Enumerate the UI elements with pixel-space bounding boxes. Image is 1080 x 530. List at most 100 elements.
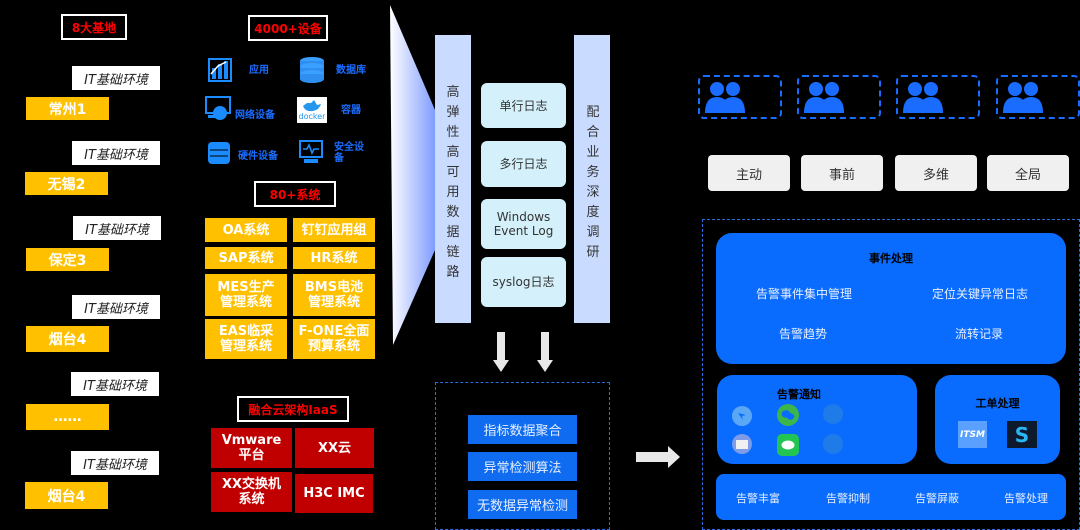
iaas-header-label: 融合云架构IaaS [248,402,338,417]
event-feature: 定位关键异常日志 [932,287,1029,301]
it-env-label: IT基础环境 [84,301,148,317]
log-type-box: 多行日志 [481,141,566,187]
it-env-tag: IT基础环境 [72,295,160,319]
docker-text: docker [298,112,326,121]
alert-notify-panel: 告警通知 [717,375,917,464]
device-item: 应用 [207,57,269,83]
iaas-header: 融合云架构IaaS [237,396,349,422]
device-item: 硬件设备 [206,140,278,166]
it-env-tag: IT基础环境 [71,451,159,475]
bases-header-label: 8大基地 [71,20,117,35]
algorithm-box: 指标数据聚合 [468,415,577,444]
pipeline-left-label: 高弹性高可用数据链路 [446,85,460,280]
log-type-label: Windows Event Log [493,210,554,238]
team-box [996,75,1080,119]
s-logo-text: S [1014,422,1030,447]
dingtalk-icon [732,406,752,426]
algorithm-label: 异常检测算法 [483,461,562,476]
device-label: 数据库 [336,64,366,76]
systems-header-label: 80+系统 [269,187,321,202]
system-label: F-ONE全面 预算系统 [298,324,370,354]
iaas-box: Vmware 平台 [211,428,292,468]
devices-header: 4000+设备 [248,15,328,41]
it-env-tag: IT基础环境 [72,66,160,90]
it-env-tag: IT基础环境 [71,372,159,396]
docker-icon: docker [297,97,327,123]
event-handling-title: 事件处理 [869,252,913,265]
system-box: F-ONE全面 预算系统 [293,319,375,359]
event-feature: 流转记录 [955,327,1004,341]
site-box: 无锡2 [25,172,108,195]
it-env-label: IT基础环境 [85,222,149,238]
users-icon [705,82,745,113]
down-arrow-icon [493,332,509,372]
alert-action: 告警处理 [1004,492,1048,505]
users-icon [804,82,844,113]
system-label: SAP系统 [218,250,274,266]
down-arrow-icon [537,332,553,372]
it-env-label: IT基础环境 [84,147,148,163]
device-label: 容器 [341,104,361,116]
chart-app-icon [207,57,233,83]
alert-action: 告警屏蔽 [915,492,959,505]
system-label: OA系统 [222,222,270,238]
site-box: 常州1 [26,97,109,120]
device-label: 安全设备 [334,142,364,164]
systems-header: 80+系统 [254,181,336,207]
log-type-label: syslog日志 [492,275,555,289]
principle-tag: 事前 [801,155,883,191]
site-label: 常州1 [48,101,87,118]
log-type-label: 多行日志 [499,157,548,171]
principle-label: 全局 [1014,167,1041,183]
ticket-panel: 工单处理 ITSM S [935,375,1060,464]
users-icon [1003,82,1043,113]
algorithm-label: 无数据异常检测 [476,499,568,514]
bases-header: 8大基地 [61,14,127,40]
iaas-label: H3C IMC [303,486,365,501]
security-device-icon [298,140,324,166]
channel-icon [823,404,843,424]
alert-action: 告警抑制 [826,492,870,505]
principle-tag: 主动 [708,155,790,191]
device-item: 网络设备 [205,96,275,122]
it-env-tag: IT基础环境 [73,216,161,240]
it-env-label: IT基础环境 [83,378,147,394]
system-box: 钉钉应用组 [293,218,375,242]
team-box [797,75,881,119]
team-box [698,75,782,119]
algorithm-box: 异常检测算法 [468,452,577,481]
site-box: 烟台4 [26,326,109,352]
log-type-label: 单行日志 [499,98,548,113]
log-type-box: syslog日志 [481,257,566,307]
sms-icon [777,434,799,456]
pipeline-right-label: 配合业务深度调研 [586,105,600,260]
network-device-icon [205,96,231,122]
system-box: HR系统 [293,247,375,269]
right-arrow-icon [636,446,680,468]
principle-tag: 多维 [895,155,977,191]
iaas-label: Vmware 平台 [221,433,282,463]
event-feature: 告警事件集中管理 [756,287,853,301]
funnel-shape [390,5,435,345]
iaas-label: XX云 [317,440,352,456]
system-box: SAP系统 [205,247,287,269]
server-hardware-icon [206,140,232,166]
channel-icon [823,434,843,454]
it-env-tag: IT基础环境 [72,141,160,165]
principle-label: 主动 [735,167,762,183]
ticket-title: 工单处理 [975,397,1020,410]
s-logo-icon: S [1007,421,1037,448]
system-box: OA系统 [205,218,287,242]
system-label: EAS临采 管理系统 [218,324,274,354]
alert-actions-bar: 告警丰富 告警抑制 告警屏蔽 告警处理 [716,474,1066,520]
system-box: MES生产 管理系统 [205,274,287,316]
event-feature: 告警趋势 [779,327,828,341]
it-env-label: IT基础环境 [83,457,147,473]
principle-label: 事前 [828,167,855,183]
system-label: 钉钉应用组 [301,222,367,238]
site-box: 保定3 [26,248,109,271]
device-item: 数据库 [298,56,366,84]
email-icon [732,434,752,454]
device-item: docker 容器 [297,97,361,123]
site-label: 烟台4 [47,488,86,505]
